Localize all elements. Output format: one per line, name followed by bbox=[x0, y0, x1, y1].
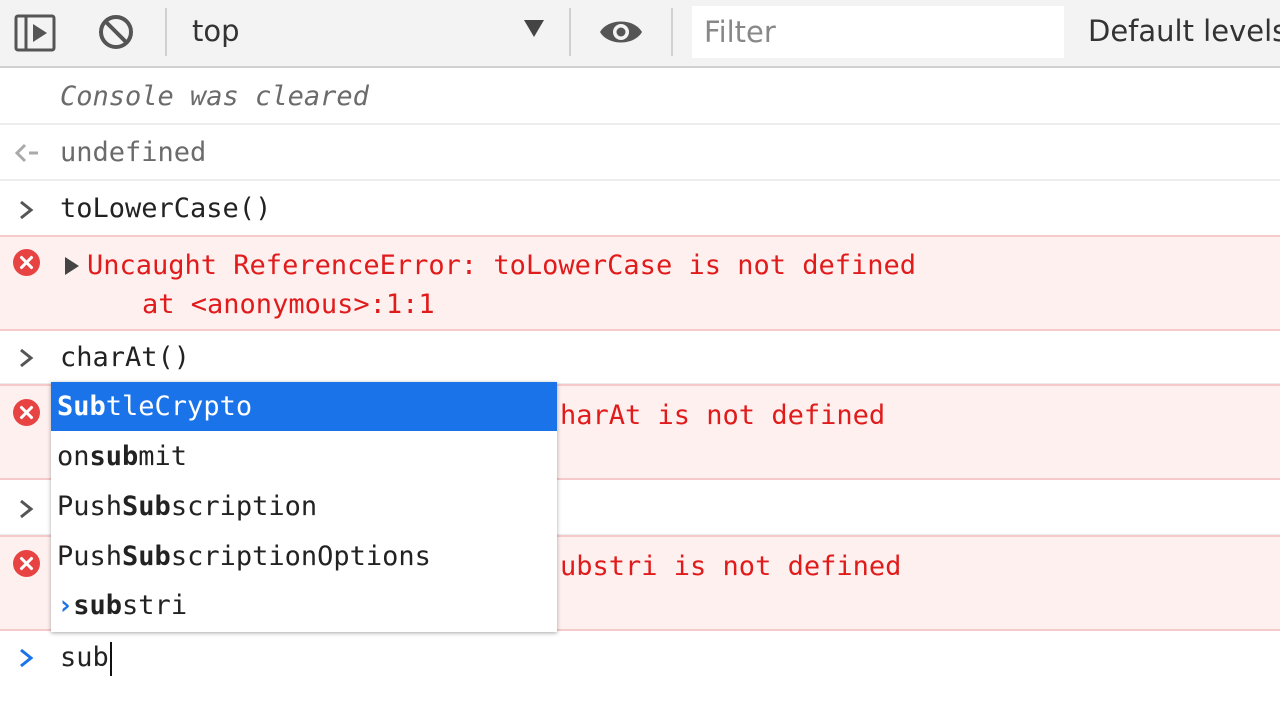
prompt-input[interactable]: sub bbox=[60, 638, 112, 678]
console-prompt[interactable]: sub bbox=[0, 631, 1280, 720]
text-caret bbox=[109, 641, 112, 676]
error-icon bbox=[13, 550, 40, 577]
console-toolbar: top Default levels bbox=[0, 0, 1280, 68]
expand-triangle-icon[interactable] bbox=[65, 257, 79, 275]
error-message: harAt is not defined bbox=[560, 400, 886, 431]
autocomplete-item[interactable]: PushSubscriptionOptions bbox=[51, 532, 557, 581]
console-result: undefined bbox=[0, 125, 1280, 181]
autocomplete-item[interactable]: ›substri bbox=[51, 581, 557, 630]
error-message: ubstri is not defined bbox=[560, 551, 902, 582]
error-stack-line[interactable]: at <anonymous>:1:1 bbox=[77, 285, 435, 325]
autocomplete-item[interactable]: PushSubscription bbox=[51, 482, 557, 531]
sidebar-toggle-icon[interactable] bbox=[14, 14, 58, 56]
input-prompt-icon bbox=[18, 498, 36, 524]
autocomplete-item[interactable]: onsubmit bbox=[51, 432, 557, 481]
console-input: toLowerCase() bbox=[0, 181, 1280, 237]
history-chevron-icon: › bbox=[57, 590, 74, 621]
result-arrow-icon bbox=[14, 142, 40, 168]
autocomplete-popup: SubtleCrypto onsubmit PushSubscription P… bbox=[51, 382, 557, 632]
filter-input[interactable] bbox=[692, 6, 1064, 58]
input-prompt-icon bbox=[18, 347, 36, 373]
eye-icon[interactable] bbox=[598, 17, 644, 51]
console-cleared-text: Console was cleared bbox=[60, 81, 369, 112]
error-message: Uncaught ReferenceError: toLowerCase is … bbox=[87, 250, 917, 281]
console-input: charAt() bbox=[0, 331, 1280, 385]
clear-console-icon[interactable] bbox=[97, 13, 137, 57]
prompt-chevron-icon bbox=[18, 647, 36, 673]
toolbar-separator bbox=[569, 8, 571, 56]
console-message: Console was cleared bbox=[0, 68, 1280, 125]
input-prompt-icon bbox=[18, 199, 36, 225]
dropdown-arrow-icon[interactable] bbox=[524, 20, 544, 37]
error-icon bbox=[13, 399, 40, 426]
log-levels-dropdown[interactable]: Default levels bbox=[1088, 14, 1280, 48]
console-error: Uncaught ReferenceError: toLowerCase is … bbox=[0, 235, 1280, 331]
input-text[interactable]: toLowerCase() bbox=[60, 189, 271, 229]
input-text[interactable]: charAt() bbox=[60, 338, 190, 378]
toolbar-separator bbox=[671, 8, 673, 56]
autocomplete-item-selected[interactable]: SubtleCrypto bbox=[51, 382, 557, 431]
result-value: undefined bbox=[60, 137, 207, 168]
error-icon bbox=[13, 249, 40, 276]
toolbar-separator bbox=[165, 8, 167, 56]
context-selector[interactable]: top bbox=[192, 14, 240, 48]
